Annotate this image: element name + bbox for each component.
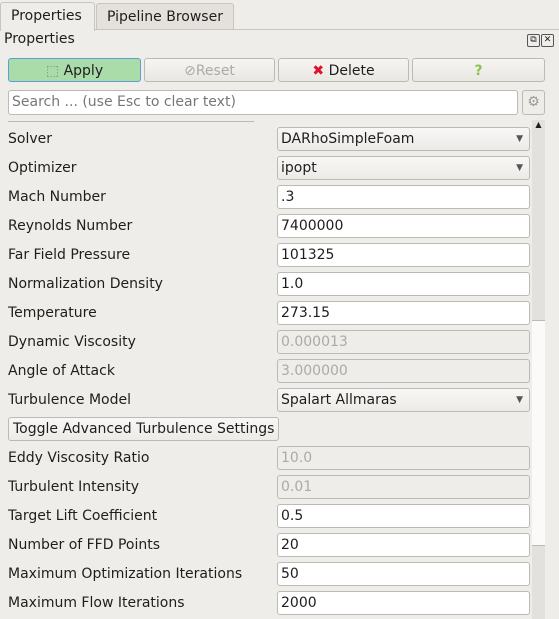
apply-icon: ⬚	[45, 63, 60, 79]
maximum-flow-iterations-value: 2000	[281, 595, 317, 611]
help-button[interactable]: ?	[412, 58, 545, 82]
number-of-ffd-points-value: 20	[281, 537, 299, 553]
turbulent-intensity-input: 0.01	[277, 475, 530, 499]
solver-value: DARhoSimpleFoam	[281, 131, 415, 147]
turbulent-intensity-value: 0.01	[281, 479, 313, 495]
apply-label: Apply	[63, 63, 104, 79]
optimizer-value: ipopt	[281, 160, 317, 176]
maximum-flow-iterations-label: Maximum Flow Iterations	[8, 595, 185, 611]
far-field-pressure-label: Far Field Pressure	[8, 247, 131, 263]
delete-button[interactable]: ✖ Delete	[278, 58, 409, 82]
number-of-ffd-points-input[interactable]: 20	[277, 533, 530, 557]
reynolds-number-input[interactable]: 7400000	[277, 214, 530, 238]
search-input[interactable]: Search ... (use Esc to clear text)	[8, 90, 518, 115]
turbulent-intensity-label: Turbulent Intensity	[8, 479, 140, 495]
target-lift-coefficient-input[interactable]: 0.5	[277, 504, 530, 528]
maximum-flow-iterations-input[interactable]: 2000	[277, 591, 530, 615]
normalization-density-input[interactable]: 1.0	[277, 272, 530, 296]
turbulence-model-label: Turbulence Model	[8, 392, 131, 408]
eddy-viscosity-ratio-value: 10.0	[281, 450, 313, 466]
normalization-density-label: Normalization Density	[8, 276, 163, 292]
delete-label: Delete	[328, 63, 375, 79]
chevron-down-icon: ▼	[516, 134, 523, 144]
eddy-viscosity-ratio-label: Eddy Viscosity Ratio	[8, 450, 150, 466]
optimizer-select[interactable]: ipopt ▼	[277, 156, 530, 180]
eddy-viscosity-ratio-input: 10.0	[277, 446, 530, 470]
tab-pipeline-browser[interactable]: Pipeline Browser	[96, 3, 234, 30]
dynamic-viscosity-label: Dynamic Viscosity	[8, 334, 136, 350]
normalization-density-value: 1.0	[281, 276, 304, 292]
reset-icon: ⊘	[184, 63, 196, 79]
section-divider	[8, 121, 254, 122]
chevron-down-icon: ▼	[516, 395, 523, 405]
turbulence-model-select[interactable]: Spalart Allmaras ▼	[277, 388, 530, 412]
target-lift-coefficient-label: Target Lift Coefficient	[8, 508, 158, 524]
close-icon[interactable]: ✕	[541, 34, 554, 47]
apply-button[interactable]: ⬚ Apply	[8, 58, 141, 82]
float-icon[interactable]: ⧉	[527, 34, 540, 47]
dynamic-viscosity-input: 0.000013	[277, 330, 530, 354]
mach-number-value: .3	[281, 189, 295, 205]
optimizer-label: Optimizer	[8, 160, 77, 176]
mach-number-input[interactable]: .3	[277, 185, 530, 209]
maximum-optimization-iterations-input[interactable]: 50	[277, 562, 530, 586]
temperature-input[interactable]: 273.15	[277, 301, 530, 325]
toggle-advanced-turbulence-button[interactable]: Toggle Advanced Turbulence Settings	[8, 417, 280, 441]
angle-of-attack-value: 3.000000	[281, 363, 348, 379]
chevron-down-icon: ▼	[516, 163, 523, 173]
solver-select[interactable]: DARhoSimpleFoam ▼	[277, 127, 530, 151]
target-lift-coefficient-value: 0.5	[281, 508, 304, 524]
dynamic-viscosity-value: 0.000013	[281, 334, 348, 350]
reynolds-number-value: 7400000	[281, 218, 344, 234]
delete-icon: ✖	[312, 63, 325, 79]
angle-of-attack-input: 3.000000	[277, 359, 530, 383]
tab-divider	[95, 29, 559, 30]
mach-number-label: Mach Number	[8, 189, 106, 205]
maximum-optimization-iterations-value: 50	[281, 566, 299, 582]
maximum-optimization-iterations-label: Maximum Optimization Iterations	[8, 566, 243, 582]
temperature-value: 273.15	[281, 305, 330, 321]
turbulence-model-value: Spalart Allmaras	[281, 392, 397, 408]
scroll-up-icon[interactable]: ▲	[532, 120, 545, 129]
tab-properties[interactable]: Properties	[0, 2, 95, 31]
gear-icon[interactable]: ⚙	[522, 90, 545, 115]
solver-label: Solver	[8, 131, 52, 147]
angle-of-attack-label: Angle of Attack	[8, 363, 115, 379]
number-of-ffd-points-label: Number of FFD Points	[8, 537, 161, 553]
reset-button[interactable]: ⊘Reset	[144, 58, 275, 82]
temperature-label: Temperature	[8, 305, 97, 321]
far-field-pressure-value: 101325	[281, 247, 335, 263]
far-field-pressure-input[interactable]: 101325	[277, 243, 530, 267]
reset-label: Reset	[195, 63, 235, 79]
scrollbar-thumb[interactable]	[532, 320, 545, 546]
reynolds-number-label: Reynolds Number	[8, 218, 133, 234]
panel-title: Properties	[4, 31, 75, 47]
